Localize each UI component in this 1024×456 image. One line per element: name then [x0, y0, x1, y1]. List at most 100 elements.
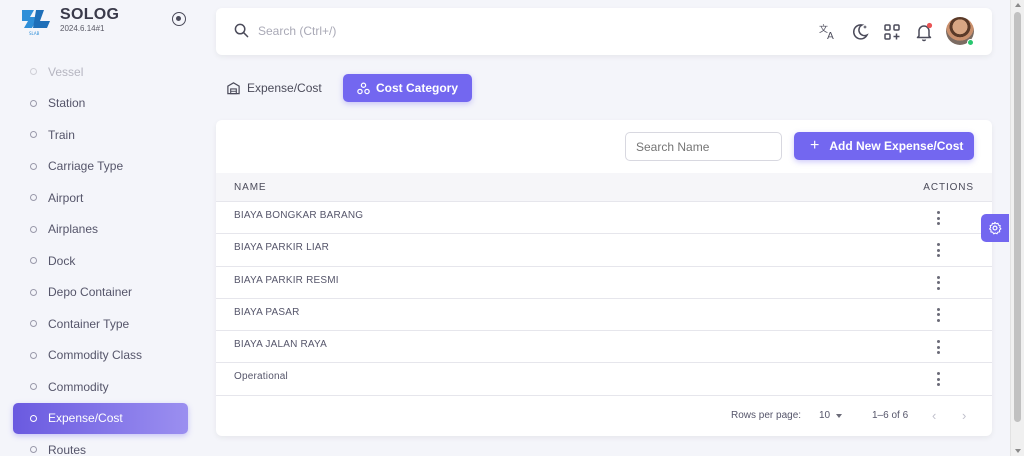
circle-icon	[30, 162, 37, 170]
sidebar-item-vessel[interactable]: Vessel	[13, 56, 188, 88]
pagination-range: 1–6 of 6	[872, 410, 909, 421]
rows-per-page-select[interactable]: 10	[819, 410, 830, 421]
scroll-down-arrow-icon[interactable]	[1015, 449, 1021, 453]
circle-icon	[30, 351, 37, 359]
table-row[interactable]: BIAYA JALAN RAYA	[216, 331, 992, 364]
scroll-up-arrow-icon[interactable]	[1015, 3, 1021, 7]
brand[interactable]: SLAB SOLOG 2024.6.14#1	[20, 6, 119, 36]
sidebar-item-label: Carriage Type	[48, 159, 124, 174]
circle-icon	[30, 446, 37, 454]
more-actions-icon[interactable]	[932, 210, 944, 226]
page-scrollbar[interactable]	[1010, 0, 1024, 456]
more-actions-icon[interactable]	[932, 339, 944, 355]
sidebar-item-dock[interactable]: Dock	[13, 245, 188, 277]
sidebar-item-label: Commodity	[48, 379, 109, 394]
sidebar-item-label: Airport	[48, 190, 84, 205]
sidebar-nav: Vessel Station Train Carriage Type Airpo…	[13, 56, 188, 456]
add-button-label: Add New Expense/Cost	[829, 139, 964, 153]
circle-icon	[30, 288, 37, 296]
cost-category-card: + Add New Expense/Cost NAME ACTIONS BIAY…	[216, 120, 992, 436]
sidebar-item-label: Airplanes	[48, 222, 99, 237]
column-header-actions: ACTIONS	[923, 182, 974, 193]
cell-name: BIAYA PARKIR LIAR	[234, 242, 330, 254]
more-actions-icon[interactable]	[932, 307, 944, 323]
circle-icon	[30, 131, 37, 139]
more-actions-icon[interactable]	[932, 275, 944, 291]
sidebar-item-label: Routes	[48, 442, 87, 456]
global-search-input[interactable]: Search (Ctrl+/)	[258, 24, 336, 38]
cell-name: BIAYA BONGKAR BARANG	[234, 210, 364, 221]
sidebar-item-commodity-class[interactable]: Commodity Class	[13, 340, 188, 372]
dark-mode-icon[interactable]	[850, 22, 870, 42]
gear-icon	[989, 221, 1002, 235]
category-icon	[357, 82, 370, 94]
translate-icon[interactable]: 文 A	[818, 22, 838, 42]
add-expense-cost-button[interactable]: + Add New Expense/Cost	[794, 132, 974, 160]
cell-name: BIAYA PARKIR RESMI	[234, 274, 339, 286]
customizer-settings-button[interactable]	[981, 214, 1009, 242]
building-icon	[227, 82, 240, 95]
sidebar-item-train[interactable]: Train	[13, 119, 188, 151]
table-header: NAME ACTIONS	[216, 173, 992, 202]
plus-icon: +	[810, 137, 820, 154]
tab-expense-cost[interactable]: Expense/Cost	[226, 74, 322, 102]
svg-text:A: A	[827, 31, 834, 42]
circle-icon	[30, 225, 37, 233]
tab-label: Expense/Cost	[247, 81, 322, 95]
column-header-name[interactable]: NAME	[234, 182, 267, 193]
sidebar-item-expense-cost[interactable]: Expense/Cost	[13, 402, 188, 434]
chevron-right-icon[interactable]: ›	[962, 408, 966, 423]
notifications-icon[interactable]	[914, 22, 934, 42]
cell-name: BIAYA JALAN RAYA	[234, 339, 328, 351]
chevron-left-icon[interactable]: ‹	[932, 408, 936, 423]
table-row[interactable]: BIAYA PARKIR LIAR	[216, 234, 992, 267]
sidebar-item-airplanes[interactable]: Airplanes	[13, 214, 188, 246]
circle-icon	[30, 383, 37, 391]
more-actions-icon[interactable]	[932, 371, 944, 387]
brand-name: SOLOG	[60, 6, 120, 23]
sidebar-item-label: Commodity Class	[48, 348, 143, 363]
chevron-down-icon[interactable]	[836, 414, 842, 418]
rows-per-page-label: Rows per page:	[731, 410, 802, 421]
sidebar-item-label: Station	[48, 96, 86, 111]
table-row[interactable]: BIAYA PASAR	[216, 299, 992, 332]
online-status-dot	[967, 39, 974, 46]
table-row[interactable]: Operational	[216, 363, 992, 396]
circle-icon	[30, 99, 37, 107]
topbar: Search (Ctrl+/) 文 A	[216, 8, 992, 55]
sidebar-item-label: Dock	[48, 253, 76, 268]
sidebar-item-station[interactable]: Station	[13, 88, 188, 120]
sidebar-item-label: Container Type	[48, 316, 130, 331]
sidebar-item-routes[interactable]: Routes	[13, 434, 188, 456]
table-row[interactable]: BIAYA PARKIR RESMI	[216, 267, 992, 299]
sidebar-item-label: Vessel	[48, 64, 84, 79]
sidebar-item-carriage-type[interactable]: Carriage Type	[13, 151, 188, 183]
sidebar-item-commodity[interactable]: Commodity	[13, 371, 188, 403]
tab-label: Cost Category	[376, 81, 459, 95]
circle-icon	[30, 414, 37, 422]
brand-version: 2024.6.14#1	[60, 24, 105, 33]
sidebar: SLAB SOLOG 2024.6.14#1 Vessel Station Tr…	[0, 0, 199, 456]
svg-text:SLAB: SLAB	[29, 31, 40, 36]
sidebar-item-label: Train	[48, 127, 75, 142]
pagination: Rows per page: 10 1–6 of 6 ‹ ›	[216, 400, 992, 430]
circle-icon	[30, 257, 37, 265]
sidebar-item-container-type[interactable]: Container Type	[13, 308, 188, 340]
sidebar-item-airport[interactable]: Airport	[13, 182, 188, 214]
table-row[interactable]: BIAYA BONGKAR BARANG	[216, 202, 992, 235]
sidebar-item-depo-container[interactable]: Depo Container	[13, 277, 188, 309]
search-icon[interactable]	[234, 23, 249, 38]
cell-name: Operational	[234, 371, 288, 383]
sidebar-item-label: Expense/Cost	[48, 411, 123, 426]
more-actions-icon[interactable]	[932, 242, 944, 258]
collapse-sidebar-icon[interactable]	[172, 12, 186, 26]
cell-name: BIAYA PASAR	[234, 306, 300, 318]
search-name-input[interactable]	[625, 132, 782, 161]
shortcuts-icon[interactable]	[882, 22, 902, 42]
circle-icon	[30, 68, 37, 76]
tab-cost-category[interactable]: Cost Category	[343, 74, 472, 102]
circle-icon	[30, 320, 37, 328]
circle-icon	[30, 194, 37, 202]
table-body: BIAYA BONGKAR BARANG BIAYA PARKIR LIAR B…	[216, 202, 992, 396]
scrollbar-thumb[interactable]	[1014, 12, 1021, 422]
